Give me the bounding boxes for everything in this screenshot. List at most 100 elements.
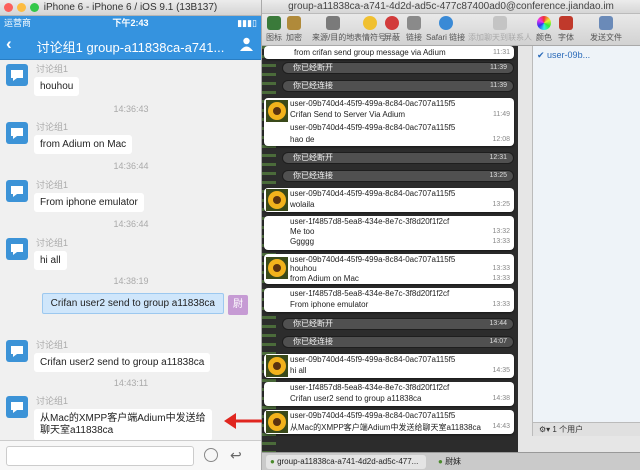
sender-name: user-09b740d4-45f9-499a-8c84-0ac707a115f… [290, 123, 456, 132]
arrows-icon [326, 16, 341, 30]
my-message-bubble[interactable]: Crifan user2 send to group a11838ca [41, 293, 224, 314]
chat-bubble-icon [11, 346, 23, 357]
message-bubble[interactable]: from Adium on Mac [34, 135, 133, 154]
timestamp: 14:43:11 [113, 378, 149, 388]
message-bubble[interactable]: hi all [34, 251, 67, 270]
ios-status-bar: 运营商 下午2:43 ▮▮▮▯ [0, 16, 261, 30]
toolbar-send-file-button[interactable]: 发送文件 [590, 16, 622, 43]
window-controls [4, 3, 39, 12]
toolbar-link-button[interactable]: 链接 [406, 16, 422, 43]
sender-name: user-1f4857d8-5ea8-434e-8e7c-3f8d20f1f2c… [290, 289, 450, 298]
toolbar-encrypt-button[interactable]: 加密 [286, 16, 302, 43]
message-time: 13:33 [492, 301, 510, 308]
message-time: 12:08 [492, 136, 510, 143]
font-icon [559, 16, 573, 30]
chat-bubble-icon [11, 402, 23, 413]
adium-title-bar: group-a11838ca-a741-4d2d-ad5c-477c87400a… [262, 0, 640, 14]
transcript-message: from crifan send group message via Adium… [264, 46, 514, 59]
message-bubble[interactable]: From iphone emulator [34, 193, 144, 212]
timestamp: 14:36:44 [113, 219, 149, 229]
message-time: 14:38 [492, 395, 510, 402]
input-bar: ↩ [0, 440, 261, 470]
avatar [6, 396, 28, 418]
battery-icon: ▮▮▮▯ [237, 18, 257, 28]
transcript-message: user-09b740d4-45f9-499a-8c84-0ac707a115f… [264, 254, 514, 284]
message-time: 13:25 [492, 201, 510, 208]
sunflower-avatar-icon [266, 411, 288, 433]
status-notice: 你已经连接 14:07 [282, 336, 514, 348]
sender-nickname: 讨论组1 [36, 64, 69, 74]
chat-bubble-icon [11, 186, 23, 197]
back-button[interactable]: ‹ [6, 34, 12, 54]
message-text: from Adium on Mac [290, 274, 359, 283]
message-list[interactable]: 讨论组1 houhou 14:36:43 讨论组1 from Adium on … [0, 62, 261, 440]
group-members-icon[interactable] [240, 37, 253, 51]
avatar [6, 122, 28, 144]
message-text: wolaila [290, 200, 315, 209]
timestamp: 14:36:43 [113, 104, 149, 114]
adium-toolbar: 图标 加密 来源/目的地 表情符号 屏蔽 链接 Safari 链接 添加聊天到联… [262, 14, 640, 46]
participant-item[interactable]: ✔ user-09b... [537, 50, 590, 61]
message-bubble[interactable]: 从Mac的XMPP客户端Adium中发送给聊天室a11838ca [34, 409, 212, 440]
ios-simulator-window: iPhone 6 - iPhone 6 / iOS 9.1 (13B137) 运… [0, 0, 262, 470]
toolbar-safari-link-button[interactable]: Safari 链接 [426, 16, 465, 43]
participant-list: ✔ user-09b... ⚙▾ 1 个用户 [532, 46, 640, 436]
status-notice: 你已经断开 12:31 [282, 152, 514, 164]
sunflower-avatar-icon [266, 100, 288, 122]
sender-nickname: 讨论组1 [36, 238, 69, 248]
message-time: 11:31 [493, 49, 510, 56]
chat-bubble-icon [11, 244, 23, 255]
close-window-button[interactable] [4, 3, 13, 12]
voice-icon[interactable]: ↩ [230, 447, 242, 464]
chat-transcript[interactable]: from crifan send group message via Adium… [262, 46, 518, 452]
sender-name: user-09b740d4-45f9-499a-8c84-0ac707a115f… [290, 355, 456, 364]
avatar [6, 340, 28, 362]
sunflower-avatar-icon [266, 189, 288, 211]
sender-name: user-09b740d4-45f9-499a-8c84-0ac707a115f… [290, 411, 456, 420]
zoom-window-button[interactable] [30, 3, 39, 12]
chat-bubble-icon [11, 128, 23, 139]
chat-tab-icon: ● [270, 457, 278, 466]
status-notice: 你已经断开 13:44 [282, 318, 514, 330]
message-text: Ggggg [290, 237, 315, 246]
emoji-icon[interactable] [204, 448, 218, 462]
message-bubble[interactable]: Crifan user2 send to group a11838ca [34, 353, 211, 372]
status-notice: 你已经断开 11:39 [282, 62, 514, 74]
sender-nickname: 讨论组1 [36, 122, 69, 132]
gear-icon[interactable]: ⚙▾ [539, 425, 552, 434]
message-time: 13:32 [492, 228, 510, 235]
simulator-title: iPhone 6 - iPhone 6 / iOS 9.1 (13B137) [43, 2, 218, 13]
sender-name: user-09b740d4-45f9-499a-8c84-0ac707a115f… [290, 255, 456, 264]
message-text: 从Mac的XMPP客户端Adium中发送给聊天室a11838ca [290, 423, 482, 432]
chat-tab-icon: ● [438, 457, 446, 466]
message-time: 14:35 [492, 367, 510, 374]
message-text: hao de [290, 135, 315, 144]
transcript-message: user-1f4857d8-5ea8-434e-8e7c-3f8d20f1f2c… [264, 382, 514, 406]
toolbar-color-button[interactable]: 颜色 [536, 16, 552, 43]
toolbar-source-dest-button[interactable]: 来源/目的地 [312, 16, 354, 43]
message-bubble[interactable]: houhou [34, 77, 80, 96]
toolbar-add-contact-button[interactable]: 添加聊天到联系人 [468, 16, 532, 43]
message-time: 13:33 [492, 265, 510, 272]
user-count: 1 个用户 [552, 425, 584, 434]
toolbar-block-button[interactable]: 屏蔽 [384, 16, 400, 43]
tab-group-chat[interactable]: ● group-a11838ca-a741-4d2d-ad5c-477... [266, 455, 426, 469]
block-icon [385, 16, 399, 30]
message-time: 14:43 [492, 423, 510, 430]
toolbar-emoticon-button[interactable]: 表情符号 [354, 16, 386, 43]
transcript-message: user-09b740d4-45f9-499a-8c84-0ac707a115f… [264, 410, 514, 434]
avatar [6, 180, 28, 202]
sender-nickname: 讨论组1 [36, 180, 69, 190]
toolbar-icon-button[interactable]: 图标 [266, 16, 282, 43]
message-time: 11:49 [493, 111, 510, 118]
message-text: Me too [290, 227, 315, 236]
message-input[interactable] [6, 446, 194, 466]
transcript-message: user-1f4857d8-5ea8-434e-8e7c-3f8d20f1f2c… [264, 288, 514, 312]
timestamp: 14:36:44 [113, 161, 149, 171]
message-time: 13:33 [492, 275, 510, 282]
message-text: from crifan send group message via Adium [294, 48, 446, 57]
timestamp: 14:38:19 [113, 276, 149, 286]
tab-contact[interactable]: ● 尉妹 [438, 455, 461, 469]
toolbar-font-button[interactable]: 字体 [558, 16, 574, 43]
minimize-window-button[interactable] [17, 3, 26, 12]
